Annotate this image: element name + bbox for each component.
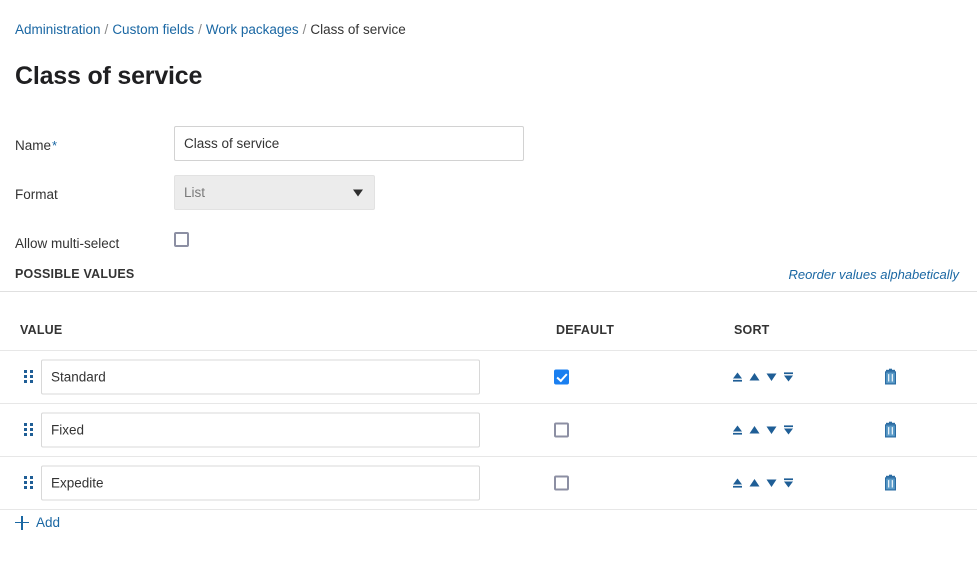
possible-values-table: VALUE DEFAULT SORT (0, 318, 977, 510)
possible-values-section-header: POSSIBLE VALUES Reorder values alphabeti… (0, 265, 977, 292)
value-input[interactable] (41, 466, 480, 501)
move-to-top-icon[interactable] (730, 476, 745, 491)
breadcrumb: Administration/Custom fields/Work packag… (15, 21, 406, 39)
table-row (0, 457, 977, 510)
breadcrumb-separator: / (198, 22, 202, 37)
default-checkbox[interactable] (554, 423, 569, 438)
custom-field-form: Name* Format List Allow multi-select (0, 126, 977, 273)
name-label-text: Name (15, 138, 51, 153)
drag-handle-icon[interactable] (24, 370, 33, 384)
format-select[interactable]: List (174, 175, 375, 210)
default-cell (554, 423, 569, 438)
column-header-value: VALUE (20, 323, 62, 337)
move-up-icon[interactable] (747, 423, 762, 438)
move-to-top-icon[interactable] (730, 423, 745, 438)
required-indicator-icon: * (52, 138, 57, 153)
move-down-icon[interactable] (764, 476, 779, 491)
form-row-name: Name* (0, 126, 977, 175)
name-label: Name* (15, 137, 57, 154)
breadcrumb-item-work-packages[interactable]: Work packages (206, 22, 299, 37)
add-value-button[interactable]: Add (15, 515, 60, 530)
move-to-top-icon[interactable] (730, 370, 745, 385)
move-up-icon[interactable] (747, 476, 762, 491)
chevron-down-icon (353, 189, 363, 196)
allow-multi-select-checkbox[interactable] (174, 232, 189, 247)
default-cell (554, 476, 569, 491)
default-checkbox[interactable] (554, 476, 569, 491)
delete-row-button[interactable] (883, 475, 898, 492)
breadcrumb-item-administration[interactable]: Administration (15, 22, 101, 37)
sort-cell (730, 370, 796, 385)
move-to-bottom-icon[interactable] (781, 370, 796, 385)
move-to-bottom-icon[interactable] (781, 423, 796, 438)
move-down-icon[interactable] (764, 370, 779, 385)
delete-row-button[interactable] (883, 422, 898, 439)
page-title: Class of service (15, 60, 202, 92)
breadcrumb-separator: / (105, 22, 109, 37)
column-header-sort: SORT (734, 323, 770, 337)
form-row-format: Format List (0, 175, 977, 224)
table-row (0, 404, 977, 457)
add-value-label: Add (36, 515, 60, 530)
breadcrumb-separator: / (303, 22, 307, 37)
delete-row-button[interactable] (883, 369, 898, 386)
drag-handle-icon[interactable] (24, 423, 33, 437)
format-label: Format (15, 186, 58, 203)
drag-handle-icon[interactable] (24, 476, 33, 490)
sort-cell (730, 423, 796, 438)
allow-multi-select-label: Allow multi-select (15, 235, 119, 252)
format-select-value: List (184, 185, 205, 200)
value-input[interactable] (41, 360, 480, 395)
default-cell (554, 370, 569, 385)
possible-values-title: POSSIBLE VALUES (15, 267, 134, 281)
table-header-row: VALUE DEFAULT SORT (0, 318, 977, 351)
plus-icon (15, 516, 29, 530)
move-down-icon[interactable] (764, 423, 779, 438)
table-row (0, 351, 977, 404)
reorder-values-alphabetically-link[interactable]: Reorder values alphabetically (788, 267, 959, 282)
sort-cell (730, 476, 796, 491)
breadcrumb-item-custom-fields[interactable]: Custom fields (112, 22, 194, 37)
breadcrumb-item-current: Class of service (310, 22, 405, 37)
move-up-icon[interactable] (747, 370, 762, 385)
value-input[interactable] (41, 413, 480, 448)
default-checkbox[interactable] (554, 370, 569, 385)
move-to-bottom-icon[interactable] (781, 476, 796, 491)
name-input[interactable] (174, 126, 524, 161)
column-header-default: DEFAULT (556, 323, 614, 337)
